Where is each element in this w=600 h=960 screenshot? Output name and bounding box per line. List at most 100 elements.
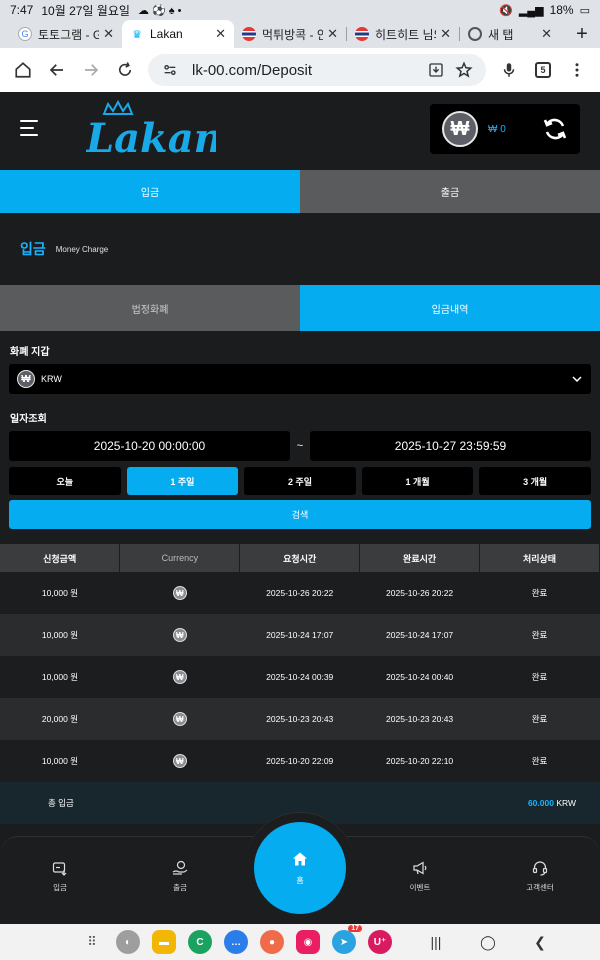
- download-icon[interactable]: [422, 62, 450, 78]
- tab-count: 5: [535, 62, 551, 78]
- bookmark-star-icon[interactable]: [450, 61, 478, 79]
- nav-support-label: 고객센터: [526, 883, 554, 892]
- recent-apps-button[interactable]: |||: [416, 934, 456, 950]
- table-row: 10,000 원 ₩ 2025-10-20 22:09 2025-10-20 2…: [0, 740, 600, 782]
- contacts-app-icon[interactable]: ●: [260, 930, 284, 954]
- won-currency-icon: ₩: [17, 370, 35, 388]
- tab-switcher-button[interactable]: 5: [526, 53, 560, 87]
- home-nav-button[interactable]: ◯: [468, 934, 508, 951]
- nav-withdraw[interactable]: 출금: [150, 860, 210, 893]
- row-requested: 2025-10-24 17:07: [239, 614, 360, 656]
- row-completed: 2025-10-23 20:43: [359, 698, 480, 740]
- app-drawer-icon[interactable]: ⠿: [80, 934, 104, 950]
- tab-title: 히트히트 님의: [375, 27, 436, 42]
- tab-withdraw[interactable]: 출금: [300, 170, 600, 213]
- notification-icons: ☁ ⚽ ♠ •: [137, 4, 182, 17]
- phone-app-icon[interactable]: C: [188, 930, 212, 954]
- page-title-english: Money Charge: [55, 244, 109, 254]
- row-completed: 2025-10-24 17:07: [359, 614, 480, 656]
- range-3month-button[interactable]: 3 개월: [479, 467, 591, 495]
- lakan-logo[interactable]: Lakan: [86, 100, 216, 162]
- chevron-down-icon: [572, 376, 582, 383]
- nav-event-label: 이벤트: [409, 883, 431, 892]
- row-completed: 2025-10-24 00:40: [359, 656, 480, 698]
- deposit-withdraw-tabs: 입금 출금: [0, 170, 600, 213]
- range-1month-button[interactable]: 1 개월: [361, 467, 474, 495]
- status-bar: 7:47 10월 27일 월요일 ☁ ⚽ ♠ • 🔇 ▂▄▆ 18% ▭: [0, 0, 600, 20]
- won-currency-icon: ₩: [172, 670, 187, 684]
- browser-menu-button[interactable]: [560, 53, 594, 87]
- table-row: 20,000 원 ₩ 2025-10-23 20:43 2025-10-23 2…: [0, 698, 600, 740]
- camera-app-icon[interactable]: ◉: [296, 930, 320, 954]
- site-settings-icon[interactable]: [156, 62, 184, 78]
- back-nav-button[interactable]: ❮: [520, 934, 560, 951]
- total-amount: 60.000 KRW: [528, 798, 576, 808]
- website: Lakan ₩ ₩ 0 입금 출금 입금 Money Charge 법정화폐 입…: [0, 92, 600, 924]
- home-button[interactable]: [6, 53, 40, 87]
- date-from-input[interactable]: 2025-10-20 00:00:00: [9, 431, 290, 461]
- row-status: 완료: [479, 614, 600, 656]
- hamburger-menu-icon[interactable]: [20, 120, 38, 141]
- nav-support[interactable]: 고객센터: [510, 860, 570, 893]
- table-row: 10,000 원 ₩ 2025-10-26 20:22 2025-10-26 2…: [0, 572, 600, 614]
- withdraw-icon: [172, 860, 188, 875]
- refresh-icon[interactable]: [542, 116, 568, 142]
- telegram-app-icon[interactable]: ➤ 17: [332, 925, 362, 954]
- close-tab-icon[interactable]: ✕: [215, 26, 226, 42]
- nav-deposit[interactable]: 입금: [30, 860, 90, 893]
- folder-app-icon[interactable]: ▬: [152, 930, 176, 954]
- back-button[interactable]: [40, 53, 74, 87]
- address-bar[interactable]: lk-00.com/Deposit: [148, 54, 486, 86]
- close-tab-icon[interactable]: ✕: [541, 26, 552, 42]
- reload-button[interactable]: [108, 53, 142, 87]
- svg-text:Lakan: Lakan: [86, 115, 216, 162]
- close-tab-icon[interactable]: ✕: [327, 26, 338, 42]
- nav-home[interactable]: 홈: [254, 822, 346, 914]
- site-header: Lakan ₩ ₩ 0: [0, 92, 600, 170]
- table-row: 10,000 원 ₩ 2025-10-24 00:39 2025-10-24 0…: [0, 656, 600, 698]
- close-tab-icon[interactable]: ✕: [103, 26, 114, 42]
- headset-icon: [532, 861, 548, 876]
- signal-icon: ▂▄▆: [518, 4, 544, 17]
- browser-tab-3[interactable]: 먹튀방콕 - 안 ✕: [234, 20, 346, 48]
- voice-search-button[interactable]: [492, 53, 526, 87]
- internet-app-icon[interactable]: ◐: [116, 930, 140, 954]
- range-today-button[interactable]: 오늘: [9, 467, 121, 495]
- deposit-sub-tabs: 법정화폐 입금내역: [0, 285, 600, 331]
- date-to-input[interactable]: 2025-10-27 23:59:59: [310, 431, 591, 461]
- browser-tab-4[interactable]: 히트히트 님의 ✕: [347, 20, 459, 48]
- date-range: 2025-10-20 00:00:00 ~ 2025-10-27 23:59:5…: [9, 431, 591, 461]
- nav-event[interactable]: 이벤트: [390, 860, 450, 893]
- row-amount: 20,000 원: [0, 698, 120, 740]
- page-title-korean: 입금: [20, 241, 46, 257]
- range-1week-button[interactable]: 1 주일: [126, 467, 239, 495]
- messages-app-icon[interactable]: …: [224, 930, 248, 954]
- range-2week-button[interactable]: 2 주일: [244, 467, 356, 495]
- row-amount: 10,000 원: [0, 614, 120, 656]
- nav-withdraw-label: 출금: [173, 883, 187, 892]
- crown-favicon-icon: ♛: [132, 28, 142, 41]
- uplus-app-icon[interactable]: U⁺: [368, 930, 392, 954]
- tab-fiat[interactable]: 법정화폐: [0, 285, 300, 331]
- currency-select[interactable]: ₩ KRW: [9, 364, 591, 394]
- forward-button[interactable]: [74, 53, 108, 87]
- row-completed: 2025-10-20 22:10: [359, 740, 480, 782]
- table-row: 10,000 원 ₩ 2025-10-24 17:07 2025-10-24 1…: [0, 614, 600, 656]
- browser-tab-2[interactable]: ♛ Lakan ✕: [122, 20, 234, 48]
- browser-tab-1[interactable]: G 토토그램 - Go ✕: [10, 20, 122, 48]
- row-requested: 2025-10-24 00:39: [239, 656, 360, 698]
- tab-title: 새 탭: [488, 27, 514, 42]
- won-currency-icon: ₩: [442, 111, 478, 147]
- status-time: 7:47: [10, 3, 34, 17]
- row-amount: 10,000 원: [0, 656, 120, 698]
- close-tab-icon[interactable]: ✕: [440, 26, 451, 42]
- new-tab-button[interactable]: +: [564, 20, 600, 48]
- search-button[interactable]: 검색: [9, 500, 591, 529]
- battery-level: 18%: [549, 3, 574, 17]
- deposit-icon: [52, 862, 67, 876]
- tab-deposit[interactable]: 입금: [0, 170, 300, 213]
- browser-tab-5[interactable]: 새 탭 ✕: [460, 20, 560, 48]
- tab-deposit-history[interactable]: 입금내역: [300, 285, 600, 331]
- row-currency: ₩: [119, 698, 240, 740]
- row-status: 완료: [479, 740, 600, 782]
